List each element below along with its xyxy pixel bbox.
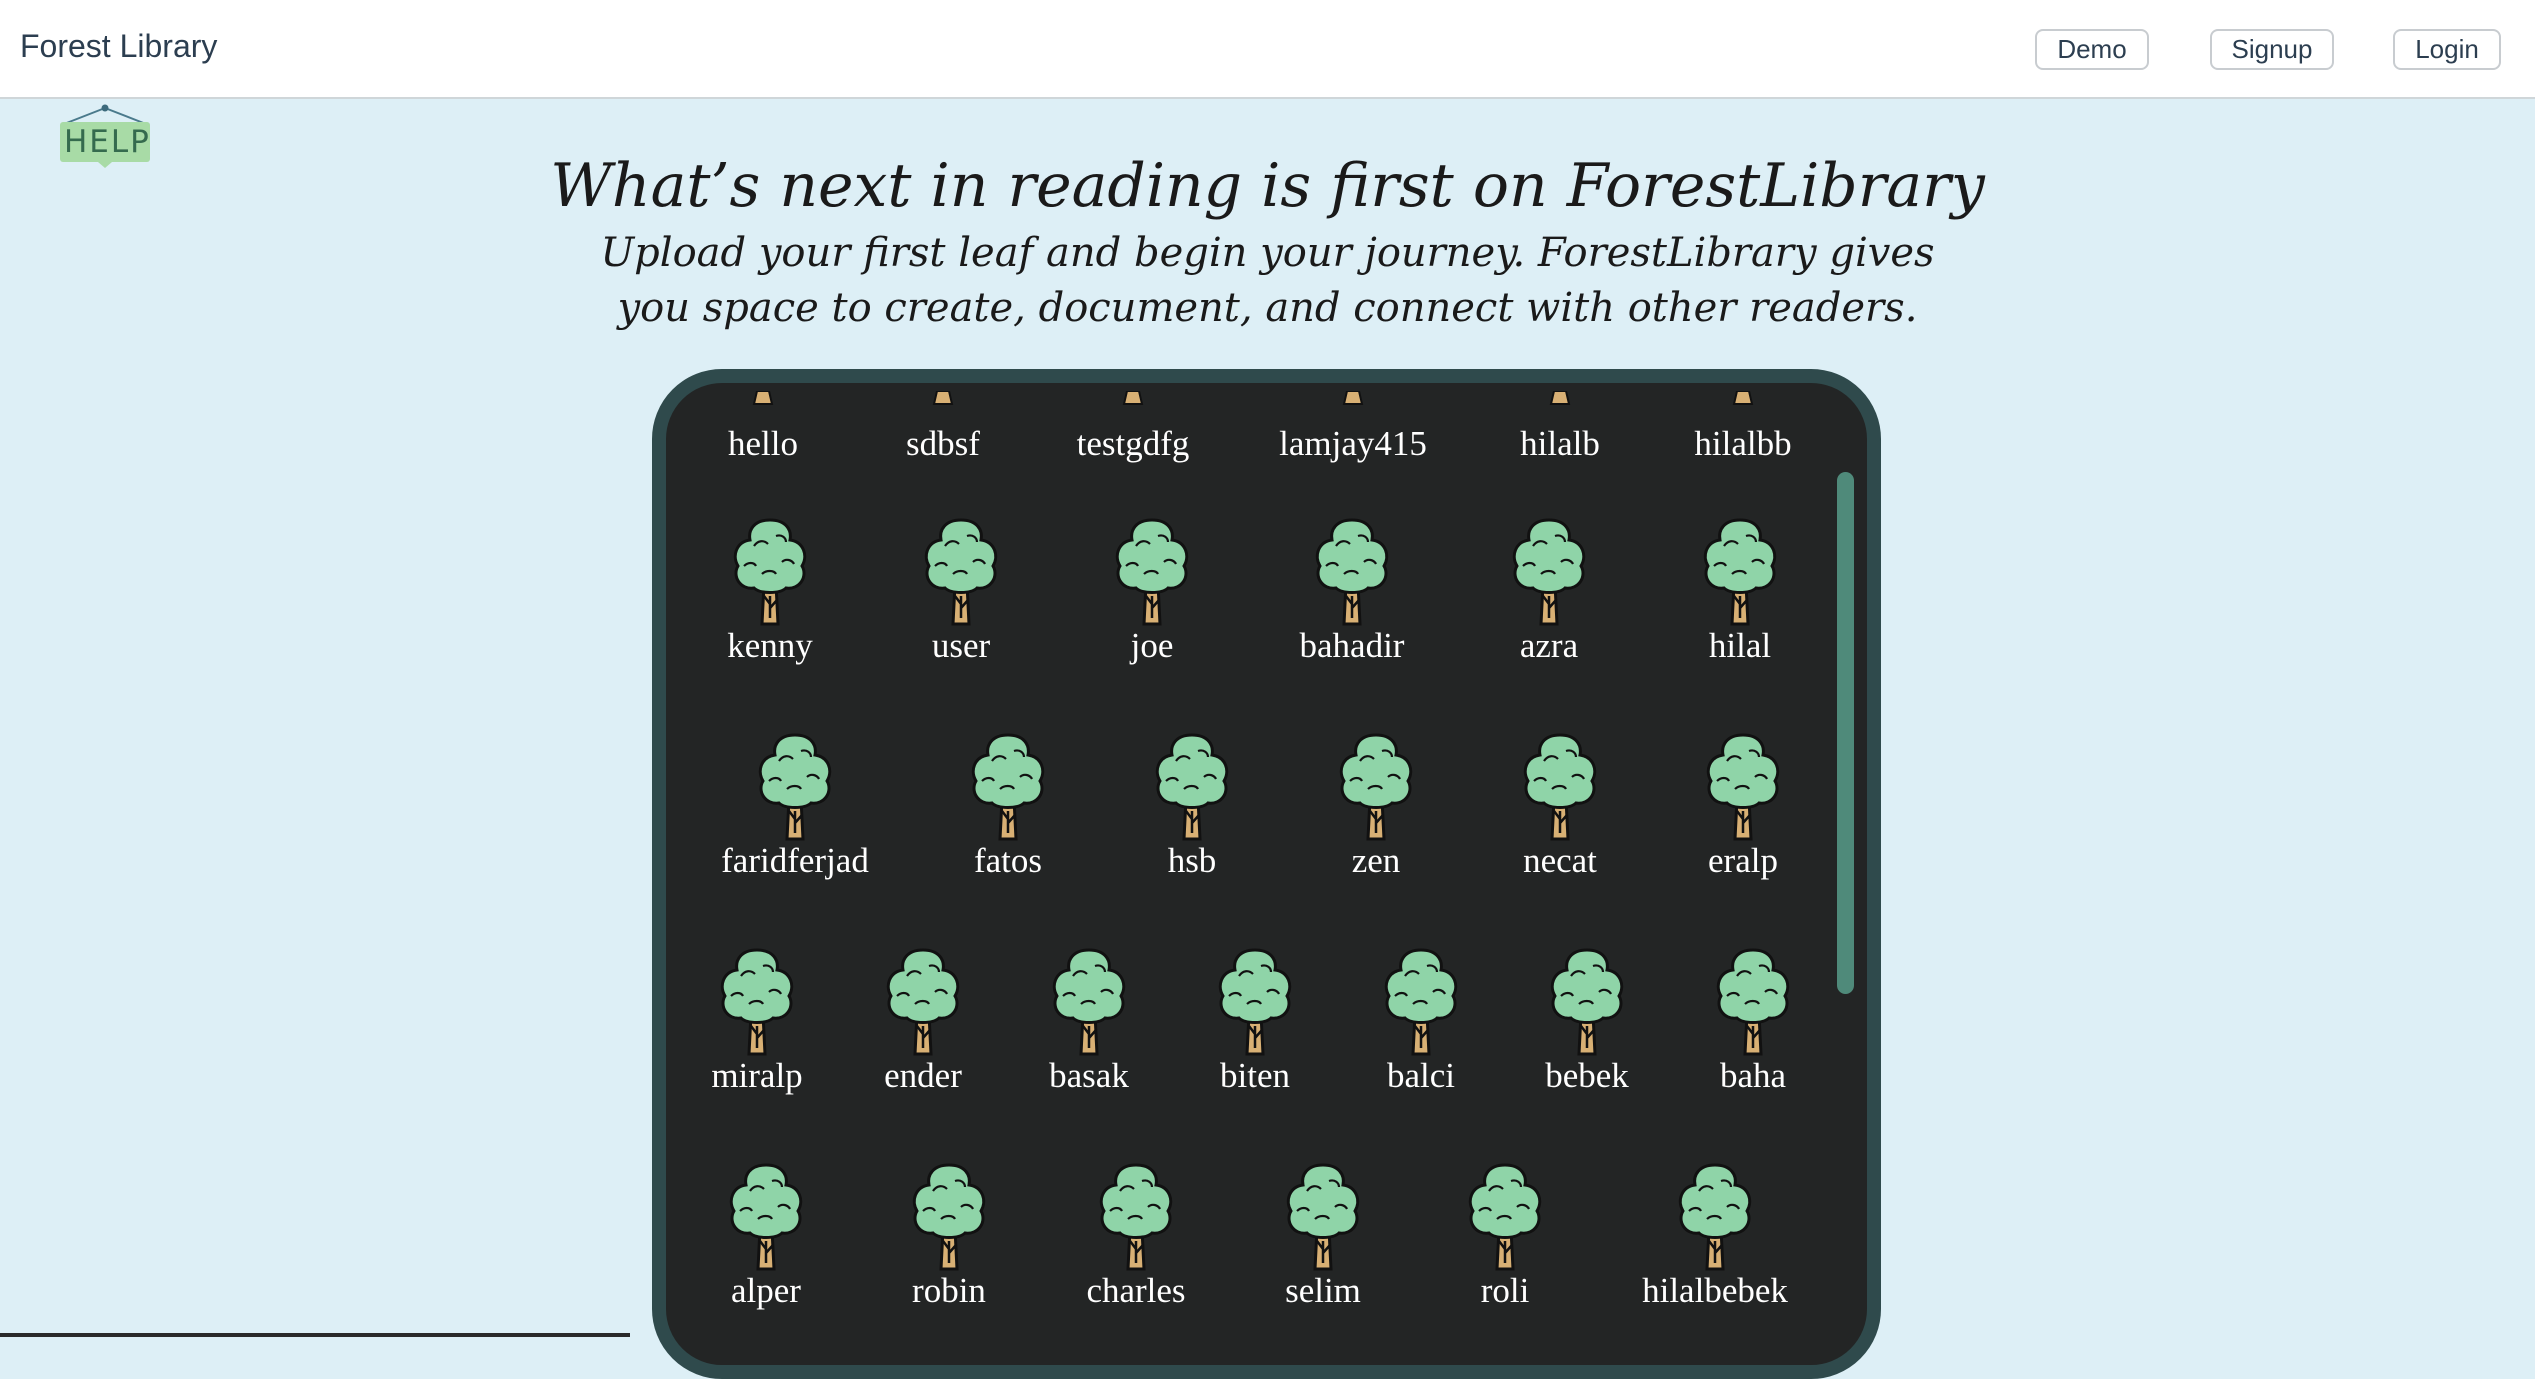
tree-item[interactable]: user [861,514,1061,666]
tree-icon [1218,948,1292,1056]
tree-label: eralp [1708,841,1778,880]
tree-item[interactable]: necat [1460,729,1660,881]
partial-tree-trunk [1121,391,1145,405]
tree-icon [1706,733,1780,841]
demo-button[interactable]: Demo [2035,29,2149,70]
tree-label: fatos [973,841,1043,880]
tree-item[interactable]: eralp [1643,729,1843,881]
tree-item[interactable]: alper [666,1159,866,1311]
tree-icon [886,948,960,1056]
tree-icon [1339,733,1413,841]
signup-button[interactable]: Signup [2210,29,2334,70]
tree-icon [1384,948,1458,1056]
tree-label: roli [1480,1271,1530,1310]
tree-icon [1099,1163,1173,1271]
partial-tree-trunk [1341,391,1365,405]
tree-label: charles [1086,1271,1186,1310]
tree-label[interactable]: sdbsf [833,424,1053,464]
tree-icon [729,1163,803,1271]
tree-icon [1716,948,1790,1056]
tree-icon [720,948,794,1056]
tree-label: alper [731,1271,801,1310]
tree-item[interactable]: selim [1223,1159,1423,1311]
tree-item[interactable]: kenny [670,514,870,666]
tree-label: selim [1285,1271,1361,1310]
tree-icon [1155,733,1229,841]
tree-item[interactable]: azra [1449,514,1649,666]
tree-label: hilalbebek [1642,1271,1788,1310]
tree-icon [1523,733,1597,841]
tree-item[interactable]: hilal [1640,514,1840,666]
tree-icon [971,733,1045,841]
tree-icon [733,518,807,626]
tree-label: kenny [727,626,813,665]
tree-icon [758,733,832,841]
tree-icon [1286,1163,1360,1271]
tree-icon [924,518,998,626]
tree-icon [1115,518,1189,626]
hero-subtitle: Upload your first leaf and begin your jo… [600,230,1935,331]
tree-label: necat [1523,841,1597,880]
partial-tree-trunk [751,391,775,405]
tree-item[interactable]: faridferjad [695,729,895,881]
tree-label: bahadir [1299,626,1405,665]
tree-label: hilal [1708,626,1772,665]
tree-item[interactable]: baha [1653,944,1853,1096]
tree-label: faridferjad [721,841,869,880]
tree-item[interactable]: charles [1036,1159,1236,1311]
tree-label: joe [1130,626,1174,665]
tree-item[interactable]: hilalbebek [1615,1159,1815,1311]
tree-item[interactable]: hsb [1092,729,1292,881]
tree-label: user [931,626,991,665]
bottom-divider [0,1333,630,1337]
tree-icon [1315,518,1389,626]
tree-item[interactable]: bahadir [1252,514,1452,666]
tree-icon [1678,1163,1752,1271]
forest-scrollbar[interactable] [1837,472,1854,994]
tree-label[interactable]: lamjay415 [1243,424,1463,464]
tree-icon [1512,518,1586,626]
tree-item[interactable]: zen [1276,729,1476,881]
tree-icon [912,1163,986,1271]
partial-tree-trunk [931,391,955,405]
navbar: Forest Library Demo Signup Login [0,0,2535,99]
tree-item[interactable]: fatos [908,729,1108,881]
login-button[interactable]: Login [2393,29,2501,70]
tree-label: azra [1519,626,1579,665]
tree-label: robin [912,1271,986,1310]
tree-icon [1703,518,1777,626]
tree-item[interactable]: robin [849,1159,1049,1311]
hero-title: What’s next in reading is first on Fores… [550,151,1985,221]
tree-icon [1550,948,1624,1056]
tree-label: zen [1351,841,1401,880]
tree-item[interactable]: roli [1405,1159,1605,1311]
partial-tree-trunk [1548,391,1572,405]
tree-label: hsb [1167,841,1217,880]
tree-label[interactable]: testgdfg [1023,424,1243,464]
tree-icon [1052,948,1126,1056]
tree-icon [1468,1163,1542,1271]
tree-item[interactable]: joe [1052,514,1252,666]
brand-title[interactable]: Forest Library [20,28,217,65]
tree-label: baha [1719,1056,1787,1095]
tree-label[interactable]: hilalbb [1633,424,1853,464]
partial-tree-trunk [1731,391,1755,405]
